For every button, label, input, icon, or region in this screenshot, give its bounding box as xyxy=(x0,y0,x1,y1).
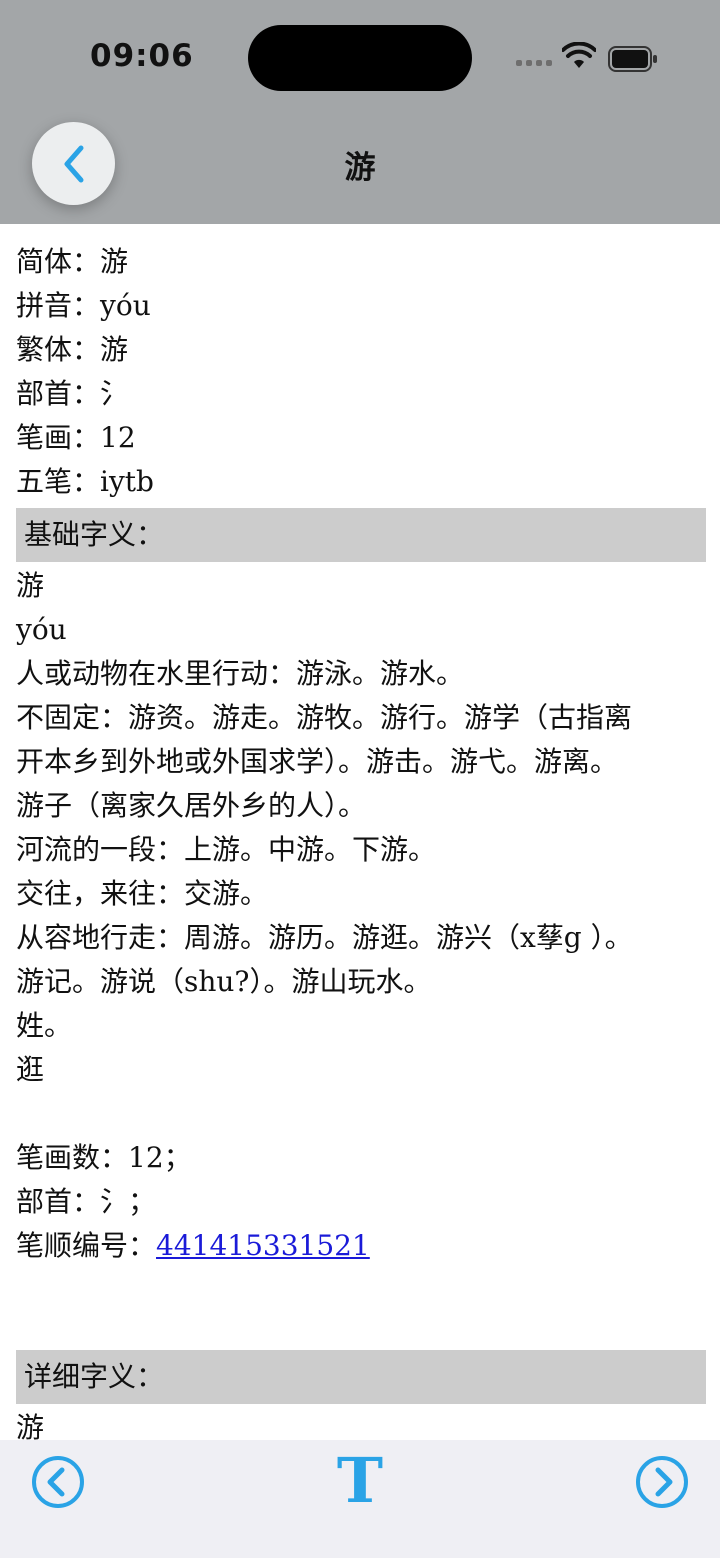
next-button[interactable] xyxy=(634,1454,690,1510)
basic-line: 开本乡到外地或外国求学）。游击。游弋。游离。 xyxy=(16,745,619,778)
definition-content: 简体：游 拼音：yóu 繁体：游 部首：氵 笔画：12 五笔：iytb 基础字义… xyxy=(16,240,706,1450)
stroke-order: 笔顺编号：441415331521 xyxy=(16,1224,706,1268)
wifi-icon xyxy=(562,42,596,68)
text-size-button[interactable]: T xyxy=(332,1446,388,1516)
info-pinyin: 拼音：yóu xyxy=(16,289,151,322)
top-bar: 09:06 游 xyxy=(0,0,720,224)
page-title: 游 xyxy=(344,150,376,186)
info-wubi: 五笔：iytb xyxy=(16,465,154,498)
info-radical: 部首：氵 xyxy=(16,377,129,410)
basic-line: 逛 xyxy=(16,1053,45,1086)
basic-line: 交往，来往：交游。 xyxy=(16,877,269,910)
info-simplified: 简体：游 xyxy=(16,245,129,278)
basic-line: 不固定：游资。游走。游牧。游行。游学（古指离 xyxy=(16,701,633,734)
battery-icon xyxy=(608,46,657,72)
basic-line: 人或动物在水里行动：游泳。游水。 xyxy=(16,657,465,690)
basic-line: yóu xyxy=(16,613,67,646)
section-detail-heading: 详细字义： xyxy=(16,1350,706,1404)
section-basic-heading: 基础字义： xyxy=(16,508,706,562)
basic-line: 游记。游说（shu?）。游山玩水。 xyxy=(16,965,432,998)
stroke-count: 笔画数：12； xyxy=(16,1141,192,1174)
bottom-toolbar: T xyxy=(0,1440,720,1558)
cellular-signal-icon xyxy=(516,60,552,66)
info-traditional: 繁体：游 xyxy=(16,333,129,366)
basic-line: 河流的一段：上游。中游。下游。 xyxy=(16,833,437,866)
previous-button[interactable] xyxy=(30,1454,86,1510)
stroke-order-link[interactable]: 441415331521 xyxy=(156,1229,370,1262)
basic-line: 游 xyxy=(16,569,45,602)
basic-line: 从容地行走：周游。游历。游逛。游兴（x孶g ）。 xyxy=(16,921,633,954)
basic-line: 游子（离家久居外乡的人）。 xyxy=(16,789,367,822)
info-strokes: 笔画：12 xyxy=(16,421,136,454)
radical-line: 部首：氵； xyxy=(16,1185,157,1218)
stroke-order-label: 笔顺编号： xyxy=(16,1229,157,1262)
basic-line: 姓。 xyxy=(16,1009,73,1042)
status-time: 09:06 xyxy=(90,38,194,74)
dynamic-island xyxy=(248,25,472,91)
